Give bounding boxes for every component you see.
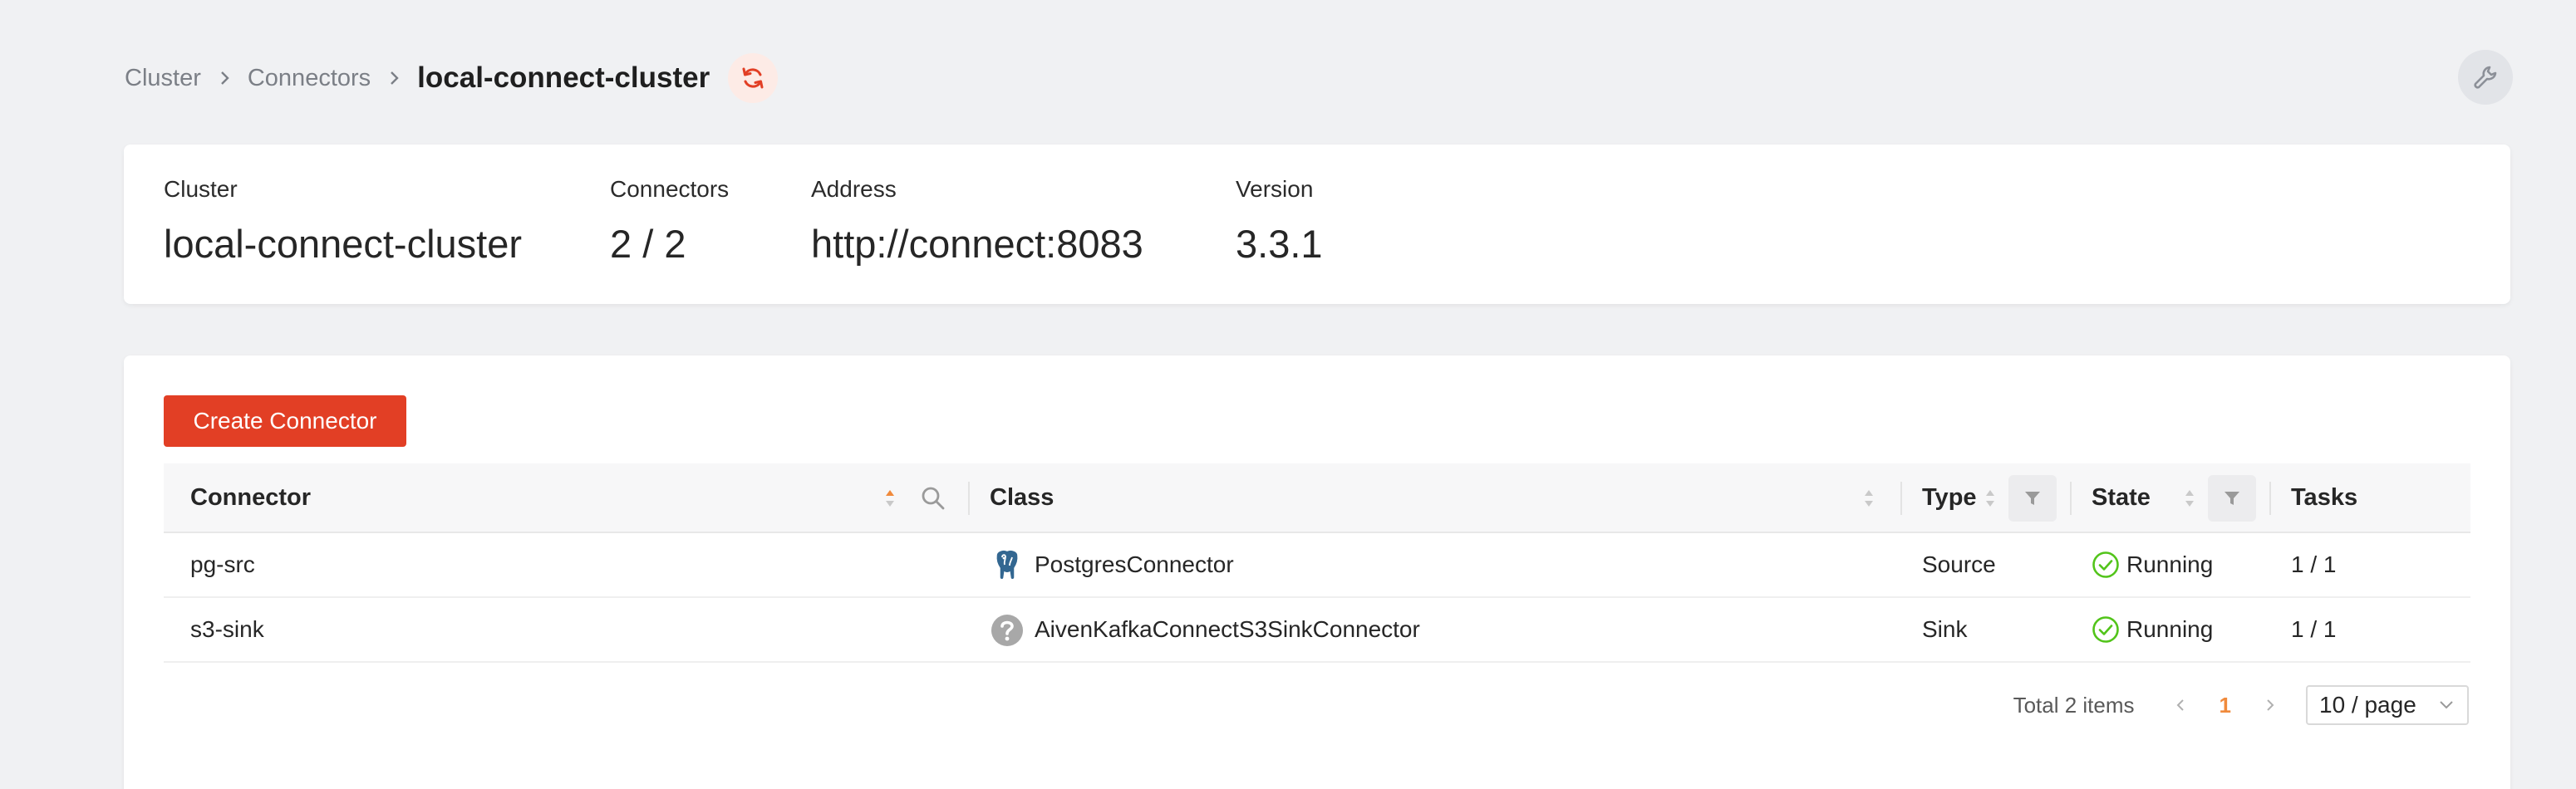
state-filter-button[interactable] xyxy=(2208,475,2256,522)
sort-icon[interactable] xyxy=(1984,486,1997,511)
page-size-select[interactable]: 10 / page xyxy=(2306,685,2469,725)
stat-label: Version xyxy=(1236,176,1314,202)
cell-type: Source xyxy=(1922,551,1996,577)
cell-class: AivenKafkaConnectS3SinkConnector xyxy=(990,598,1420,661)
connectors-card: Create Connector Connector Class Type St… xyxy=(124,355,2510,789)
column-header-class[interactable]: Class xyxy=(990,463,1054,532)
table-row[interactable]: s3-sink AivenKafkaConnectS3SinkConnector… xyxy=(164,598,2470,663)
page-number[interactable]: 1 xyxy=(2220,693,2231,718)
cell-state: Running xyxy=(2092,533,2213,596)
column-header-connector[interactable]: Connector xyxy=(190,463,311,532)
chevron-right-icon xyxy=(209,63,239,93)
stat-value: 3.3.1 xyxy=(1236,222,1323,266)
cell-type: Sink xyxy=(1922,616,1968,642)
previous-page-button[interactable] xyxy=(2170,694,2191,716)
column-header-state[interactable]: State xyxy=(2092,463,2151,532)
stat-version: Version 3.3.1 xyxy=(1236,176,1323,267)
stat-label: Connectors xyxy=(610,176,730,202)
cell-connector[interactable]: pg-src xyxy=(190,533,255,596)
tools-button[interactable] xyxy=(2458,50,2513,105)
sort-icon[interactable] xyxy=(2183,486,2196,511)
table-header: Connector Class Type State Tasks xyxy=(164,463,2470,533)
breadcrumb-cluster[interactable]: Cluster xyxy=(125,65,201,92)
page-title: local-connect-cluster xyxy=(417,61,710,94)
search-icon[interactable] xyxy=(918,483,948,513)
column-header-type[interactable]: Type xyxy=(1922,463,1977,532)
check-circle-icon xyxy=(2092,615,2120,644)
column-divider xyxy=(2269,482,2271,515)
stat-value: local-connect-cluster xyxy=(164,222,523,266)
type-filter-button[interactable] xyxy=(2008,475,2057,522)
connect-cluster-page: Cluster Connectors local-connect-cluster… xyxy=(0,0,2576,789)
cell-tasks: 1 / 1 xyxy=(2291,616,2337,642)
pagination-total: Total 2 items xyxy=(2013,692,2135,718)
column-divider xyxy=(968,482,970,515)
cell-state: Running xyxy=(2092,598,2213,661)
class-name: PostgresConnector xyxy=(1035,551,1234,577)
wrench-icon xyxy=(2474,66,2497,89)
chevron-left-icon xyxy=(2176,699,2184,711)
pagination: Total 2 items 1 10 / page xyxy=(2013,684,2469,726)
breadcrumb-connectors[interactable]: Connectors xyxy=(248,65,371,92)
chevron-right-icon xyxy=(2267,699,2274,711)
column-header-tasks: Tasks xyxy=(2291,483,2358,511)
class-name: AivenKafkaConnectS3SinkConnector xyxy=(1035,616,1420,642)
sort-icon[interactable] xyxy=(1862,486,1875,511)
page-size-value: 10 / page xyxy=(2319,692,2416,718)
breadcrumb: Cluster Connectors local-connect-cluster xyxy=(125,53,779,103)
sort-icon[interactable] xyxy=(883,486,897,511)
stat-label: Cluster xyxy=(164,176,238,202)
stat-cluster: Cluster local-connect-cluster xyxy=(164,176,522,267)
state-label: Running xyxy=(2126,551,2214,577)
refresh-button[interactable] xyxy=(728,53,779,103)
stat-label: Address xyxy=(811,176,897,202)
refresh-icon xyxy=(742,67,764,89)
cell-tasks: 1 / 1 xyxy=(2291,551,2337,577)
stat-connectors: Connectors 2 / 2 xyxy=(610,176,729,267)
chevron-down-icon xyxy=(2440,701,2453,709)
table-row[interactable]: pg-src PostgresConnector Source Running … xyxy=(164,533,2470,598)
column-divider xyxy=(1900,482,1902,515)
cell-class: PostgresConnector xyxy=(990,533,1234,596)
cell-connector[interactable]: s3-sink xyxy=(190,598,264,661)
next-page-button[interactable] xyxy=(2259,694,2281,716)
stat-value: 2 / 2 xyxy=(610,222,686,266)
postgres-elephant-icon xyxy=(990,547,1025,582)
connectors-table: Connector Class Type State Tasks pg-src … xyxy=(164,463,2470,663)
filter-icon xyxy=(2025,492,2040,505)
question-circle-icon xyxy=(990,612,1025,647)
stat-value: http://connect:8083 xyxy=(811,222,1143,266)
check-circle-icon xyxy=(2092,551,2120,579)
stat-address: Address http://connect:8083 xyxy=(811,176,1143,267)
column-divider xyxy=(2070,482,2072,515)
chevron-right-icon xyxy=(379,63,409,93)
filter-icon xyxy=(2225,492,2239,505)
cluster-info-card: Cluster local-connect-cluster Connectors… xyxy=(124,145,2510,304)
create-connector-button[interactable]: Create Connector xyxy=(164,395,406,447)
state-label: Running xyxy=(2126,616,2214,642)
